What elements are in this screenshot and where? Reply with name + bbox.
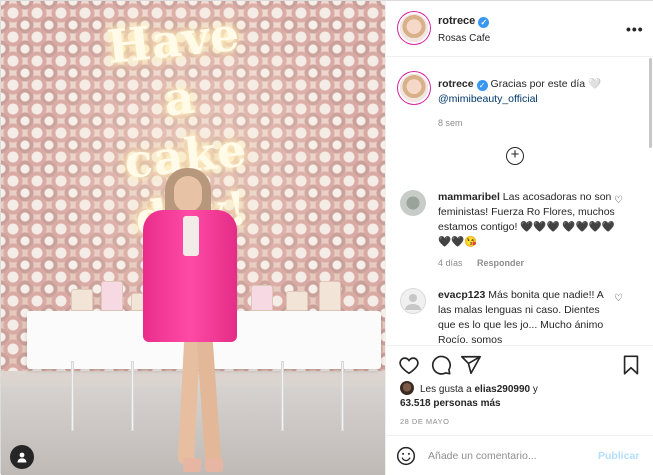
- add-comment-bar: Publicar: [386, 435, 653, 475]
- liker-username[interactable]: elias290990: [474, 384, 530, 395]
- action-bar: [386, 345, 653, 383]
- avatar[interactable]: [400, 14, 428, 42]
- caption-text: Gracias por este día 🤍: [490, 78, 602, 90]
- verified-badge-icon: ✓: [476, 80, 488, 91]
- save-bookmark-icon[interactable]: [620, 354, 642, 376]
- like-comment-icon[interactable]: ♡: [614, 195, 623, 206]
- commenter-avatar[interactable]: [400, 288, 426, 314]
- comments-section[interactable]: rotrece ✓ Gracias por este día 🤍 @mimibea…: [386, 58, 653, 344]
- comment-username[interactable]: mammaribel: [438, 191, 500, 203]
- likes-summary: Les gusta a elias290990 y 63.518 persona…: [400, 381, 640, 411]
- comment-text: mammaribel Las acosadoras no son feminis…: [438, 190, 618, 250]
- share-paper-plane-icon[interactable]: [460, 354, 482, 376]
- likes-prefix: Les gusta a: [420, 384, 475, 395]
- instagram-post-modal: Have a cake day!: [0, 0, 653, 475]
- verified-badge-icon: ✓: [478, 17, 490, 28]
- like-comment-icon[interactable]: ♡: [614, 293, 623, 304]
- commenter-avatar[interactable]: [400, 190, 426, 216]
- tagged-users-icon[interactable]: [10, 445, 34, 469]
- comments-scrollbar[interactable]: [649, 58, 652, 148]
- reply-button[interactable]: Responder: [477, 258, 524, 268]
- post-photo[interactable]: Have a cake day!: [1, 1, 385, 475]
- comment-text: evacp123 Más bonita que nadie!! A las ma…: [438, 288, 618, 344]
- caption-mention[interactable]: @mimibeauty_official: [438, 93, 538, 105]
- person-in-pink-blazer: [141, 166, 251, 475]
- default-avatar-icon: [405, 294, 421, 310]
- post-date[interactable]: 28 DE MAYO: [400, 417, 449, 426]
- location-link[interactable]: Rosas Cafe: [438, 33, 490, 44]
- username-text[interactable]: rotrece: [438, 15, 475, 27]
- comment-bubble-icon[interactable]: [430, 354, 452, 376]
- comment-input[interactable]: [428, 444, 588, 468]
- post-header: rotrece ✓ Rosas Cafe •••: [386, 1, 653, 57]
- caption-time[interactable]: 8 sem: [438, 118, 463, 128]
- load-more-comments-icon[interactable]: +: [506, 147, 524, 165]
- comment-meta: 4 días Responder: [438, 258, 536, 268]
- caption-username[interactable]: rotrece: [438, 78, 474, 90]
- emoji-picker-icon[interactable]: [396, 446, 416, 466]
- publish-button[interactable]: Publicar: [598, 450, 639, 462]
- caption: rotrece ✓ Gracias por este día 🤍 @mimibea…: [438, 77, 638, 107]
- caption-avatar[interactable]: [400, 74, 428, 102]
- comment-username[interactable]: evacp123: [438, 289, 485, 301]
- header-username[interactable]: rotrece ✓: [438, 15, 490, 28]
- more-options-icon[interactable]: •••: [626, 21, 644, 37]
- like-heart-icon[interactable]: [398, 354, 420, 376]
- liker-avatar[interactable]: [400, 381, 414, 395]
- likes-count[interactable]: 63.518 personas más: [400, 398, 501, 409]
- post-side-panel: rotrece ✓ Rosas Cafe ••• rotrece ✓ Gracias…: [385, 1, 653, 475]
- likes-middle: y: [530, 384, 538, 395]
- comment-time[interactable]: 4 días: [438, 258, 463, 268]
